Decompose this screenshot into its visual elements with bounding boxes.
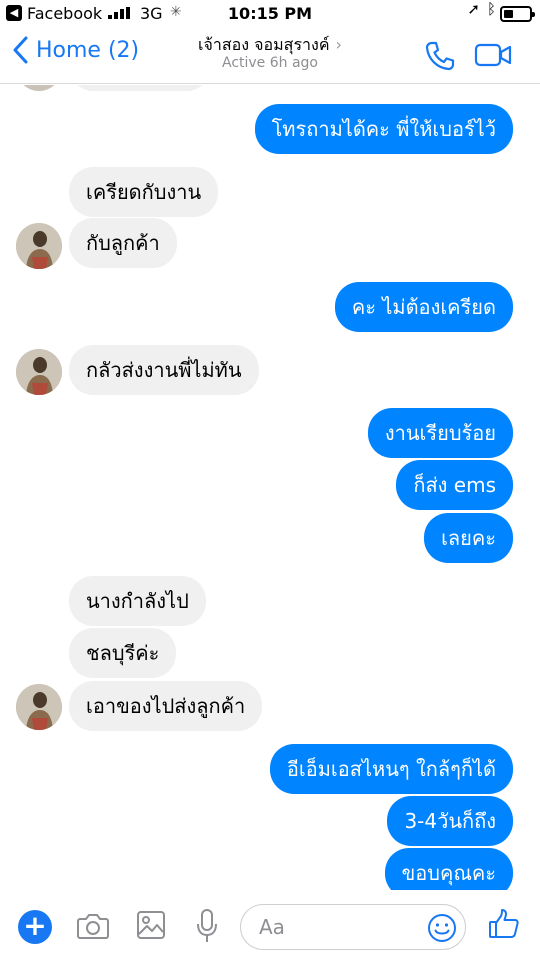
message-bubble-outgoing: 3-4วันก็ถึง xyxy=(387,796,513,846)
message-input[interactable] xyxy=(259,914,399,940)
conversation-header: Home (2) เจ้าสอง จอมสุรางค์ › Active 6h a… xyxy=(0,28,540,84)
camera-icon[interactable] xyxy=(76,910,110,942)
emoji-icon[interactable] xyxy=(427,913,457,943)
location-icon: ➚ xyxy=(467,0,480,18)
avatar[interactable] xyxy=(16,684,62,730)
active-status: Active 6h ago xyxy=(221,55,319,71)
message-bubble-outgoing: ก็ส่ง ems xyxy=(396,460,513,510)
message-input-field[interactable] xyxy=(240,904,466,950)
message-bubble-outgoing: โทรถามได้คะ พี่ให้เบอร์ไว้ xyxy=(254,104,513,154)
message-list[interactable]: โทรถามได้คะ พี่ให้เบอร์ไว้ เครียดกับงาน … xyxy=(0,85,540,890)
message-bubble-incoming: กลัวส่งงานพี่ไม่ทัน xyxy=(69,345,259,395)
video-icon[interactable] xyxy=(474,42,512,68)
message-bubble-outgoing: คะ ไม่ต้องเครียด xyxy=(334,282,513,332)
message-bubble-outgoing: เลยคะ xyxy=(424,513,513,563)
message-bubble-outgoing: อีเอ็มเอสไหนๆ ใกล้ๆก็ได้ xyxy=(269,744,513,794)
avatar[interactable] xyxy=(16,349,62,395)
avatar[interactable] xyxy=(16,223,62,269)
status-bar: ◀ Facebook 3G ✳ 10:15 PM ➚ ᛒ xyxy=(0,0,540,28)
avatar-image xyxy=(16,349,62,395)
avatar-image xyxy=(16,684,62,730)
bluetooth-icon: ᛒ xyxy=(486,0,496,18)
plus-icon[interactable]: + xyxy=(18,910,52,944)
avatar xyxy=(16,85,62,91)
message-bubble-incoming: เอาของไปส่งลูกค้า xyxy=(69,681,263,731)
message-bubble-outgoing: งานเรียบร้อย xyxy=(367,408,513,458)
status-time: 10:15 PM xyxy=(227,4,313,23)
message-bubble-incoming: ชลบุรีค่ะ xyxy=(69,628,177,678)
message-bubble-clipped xyxy=(70,85,210,91)
message-bubble-incoming: กับลูกค้า xyxy=(69,218,177,268)
message-composer: + xyxy=(0,890,540,960)
image-icon[interactable] xyxy=(136,910,166,940)
message-bubble-incoming: นางกำลังไป xyxy=(69,576,206,626)
chevron-right-icon: › xyxy=(335,35,342,54)
contact-name: เจ้าสอง จอมสุรางค์ xyxy=(198,35,330,54)
microphone-icon[interactable] xyxy=(196,908,218,944)
phone-icon[interactable] xyxy=(424,40,456,72)
battery-group xyxy=(498,4,535,24)
battery-icon xyxy=(500,6,535,22)
avatar-image xyxy=(16,223,62,269)
message-bubble-outgoing: ขอบคุณคะ xyxy=(384,848,513,890)
message-bubble-incoming: เครียดกับงาน xyxy=(69,167,219,217)
thumbs-up-icon[interactable] xyxy=(488,908,520,940)
